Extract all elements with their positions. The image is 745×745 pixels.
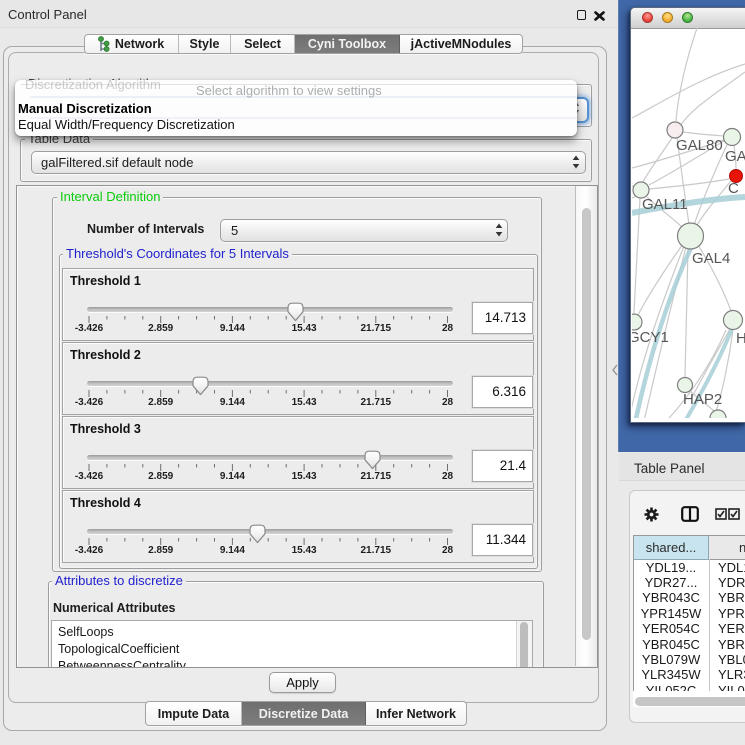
svg-text:GAL80: GAL80: [676, 137, 723, 154]
svg-text:GAL: GAL: [725, 148, 745, 165]
svg-text:C: C: [728, 180, 739, 197]
svg-text:HAP2: HAP2: [683, 391, 722, 408]
svg-text:GAL11: GAL11: [642, 196, 688, 213]
svg-text:GAL4: GAL4: [692, 250, 730, 267]
svg-text:H: H: [736, 330, 745, 347]
svg-text:GCY1: GCY1: [632, 329, 669, 346]
